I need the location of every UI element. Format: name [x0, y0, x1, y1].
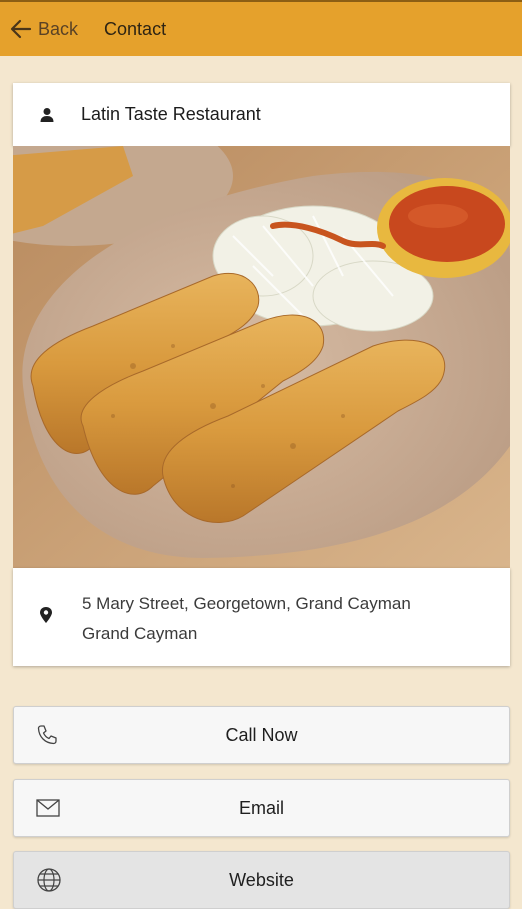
restaurant-name-card: Latin Taste Restaurant: [13, 83, 510, 146]
top-app-bar: Back Contact: [0, 0, 522, 56]
restaurant-photo: [13, 146, 510, 568]
back-button[interactable]: Back: [10, 19, 78, 40]
map-pin-icon: [39, 606, 53, 629]
website-button[interactable]: Website: [13, 851, 510, 909]
envelope-icon: [36, 799, 60, 817]
arrow-left-icon: [10, 19, 32, 39]
restaurant-name: Latin Taste Restaurant: [81, 104, 261, 124]
address-text: 5 Mary Street, Georgetown, Grand Cayman …: [82, 589, 411, 649]
call-now-label: Call Now: [225, 724, 298, 745]
website-label: Website: [229, 869, 294, 890]
page-title: Contact: [104, 18, 167, 39]
address-card: 5 Mary Street, Georgetown, Grand Cayman …: [13, 568, 510, 666]
phone-icon: [36, 724, 58, 746]
call-now-button[interactable]: Call Now: [13, 706, 510, 764]
email-label: Email: [238, 797, 284, 818]
address-line-1: 5 Mary Street, Georgetown, Grand Cayman: [82, 594, 411, 613]
person-icon: [35, 107, 59, 123]
address-line-2: Grand Cayman: [82, 624, 198, 643]
back-label: Back: [38, 18, 79, 39]
email-button[interactable]: Email: [13, 779, 510, 837]
globe-icon: [36, 867, 62, 893]
